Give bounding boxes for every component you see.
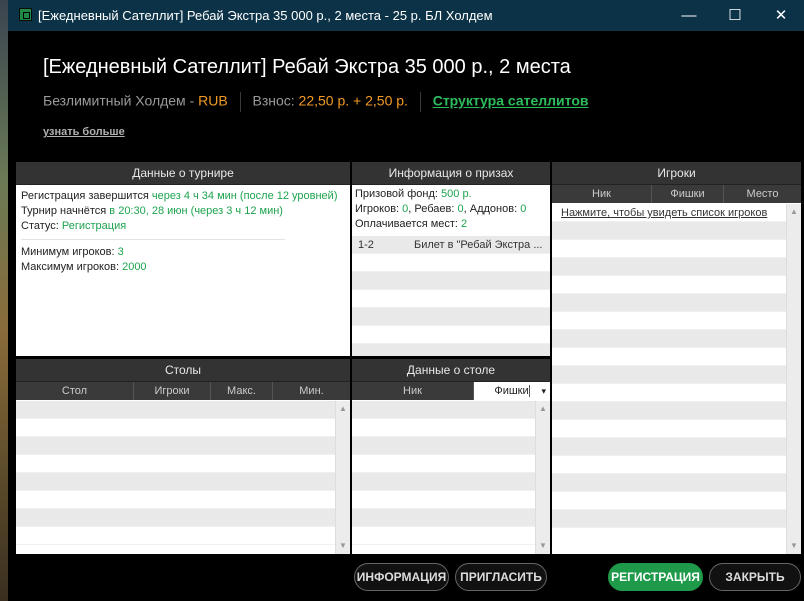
panel-header: Данные о турнире	[16, 162, 350, 185]
fee-value: 22,50 р. + 2,50 р.	[298, 92, 408, 109]
close-button[interactable]: ЗАКРЫТЬ	[709, 563, 801, 591]
register-button[interactable]: РЕГИСТРАЦИЯ	[608, 563, 703, 591]
divider	[239, 92, 241, 112]
tables-panel: Столы Стол Игроки Макс. Мин. ▲ ▼	[16, 359, 350, 554]
col-chips[interactable]: Фишки ▾	[474, 382, 550, 400]
divider	[21, 239, 285, 240]
col-nick[interactable]: Ник	[352, 382, 474, 400]
tournament-lobby-window: [Ежедневный Сателлит] Ребай Экстра 35 00…	[8, 0, 804, 601]
col-min[interactable]: Мин.	[273, 382, 350, 400]
players-panel: Игроки Ник Фишки Место Нажмите, чтобы ув…	[552, 162, 801, 554]
tables-column-header: Стол Игроки Макс. Мин.	[16, 382, 350, 400]
info-button[interactable]: ИНФОРМАЦИЯ	[354, 563, 449, 591]
panel-header: Столы	[16, 359, 350, 382]
prize-fund: Призовой фонд: 500 р.	[355, 188, 472, 200]
minimize-button[interactable]: —	[666, 0, 712, 31]
col-max[interactable]: Макс.	[211, 382, 273, 400]
players-column-header: Ник Фишки Место	[552, 185, 801, 203]
maximize-button[interactable]: ☐	[712, 0, 758, 31]
close-window-button[interactable]: ✕	[758, 0, 804, 31]
scroll-down-icon[interactable]: ▼	[536, 540, 550, 552]
divider	[419, 92, 421, 112]
panel-header: Игроки	[552, 162, 801, 185]
tournament-info-panel: Данные о турнире Регистрация завершится …	[16, 162, 350, 356]
table-data-column-header: Ник Фишки ▾	[352, 382, 550, 400]
registration-ends: Регистрация завершится через 4 ч 34 мин …	[21, 190, 338, 202]
show-players-link[interactable]: Нажмите, чтобы увидеть список игроков	[561, 207, 767, 219]
prize-row[interactable]: 1-2 Билет в "Ребай Экстра ...	[352, 236, 550, 254]
satellite-structure-link[interactable]: Структура сателлитов	[433, 93, 589, 109]
tournament-status: Статус: Регистрация	[21, 220, 127, 232]
table-data-scrollbar[interactable]: ▲ ▼	[535, 401, 550, 554]
entries-count: Игроков: 0, Ребаев: 0, Аддонов: 0	[355, 203, 527, 215]
fee-label: Взнос:	[252, 92, 299, 109]
currency: RUB	[198, 92, 228, 109]
players-scrollbar[interactable]: ▲ ▼	[786, 204, 801, 554]
min-players: Минимум игроков: 3	[21, 246, 124, 258]
invite-button[interactable]: ПРИГЛАСИТЬ	[455, 563, 547, 591]
sort-arrow-icon: ▾	[541, 386, 546, 396]
tournament-subtitle: Безлимитный Холдем - RUB Взнос: 22,50 р.…	[43, 92, 588, 112]
scroll-up-icon[interactable]: ▲	[336, 403, 350, 415]
list-item: Нажмите, чтобы увидеть список игроков	[552, 204, 787, 222]
learn-more-link[interactable]: узнать больше	[43, 126, 125, 138]
col-table[interactable]: Стол	[16, 382, 134, 400]
max-players: Максимум игроков: 2000	[21, 261, 147, 273]
window-title: [Ежедневный Сателлит] Ребай Экстра 35 00…	[38, 8, 493, 23]
app-icon	[19, 8, 32, 21]
title-bar[interactable]: [Ежедневный Сателлит] Ребай Экстра 35 00…	[8, 0, 804, 31]
prize-info-panel: Информация о призах Призовой фонд: 500 р…	[352, 162, 550, 356]
tournament-title: [Ежедневный Сателлит] Ребай Экстра 35 00…	[43, 56, 571, 78]
game-type: Безлимитный Холдем -	[43, 92, 199, 109]
tables-scrollbar[interactable]: ▲ ▼	[335, 401, 350, 554]
panel-header: Данные о столе	[352, 359, 550, 382]
scroll-up-icon[interactable]: ▲	[536, 403, 550, 415]
col-place[interactable]: Место	[724, 185, 801, 203]
scroll-up-icon[interactable]: ▲	[787, 206, 801, 218]
col-players[interactable]: Игроки	[134, 382, 211, 400]
panel-header: Информация о призах	[352, 162, 550, 185]
table-data-panel: Данные о столе Ник Фишки ▾ ▲ ▼	[352, 359, 550, 554]
scroll-down-icon[interactable]: ▼	[787, 540, 801, 552]
col-nick[interactable]: Ник	[552, 185, 652, 203]
scroll-down-icon[interactable]: ▼	[336, 540, 350, 552]
desktop-background	[0, 0, 8, 601]
paid-places: Оплачивается мест: 2	[355, 218, 468, 230]
tournament-starts: Турнир начнётся в 20:30, 28 июн (через 3…	[21, 205, 283, 217]
col-chips[interactable]: Фишки	[652, 185, 724, 203]
